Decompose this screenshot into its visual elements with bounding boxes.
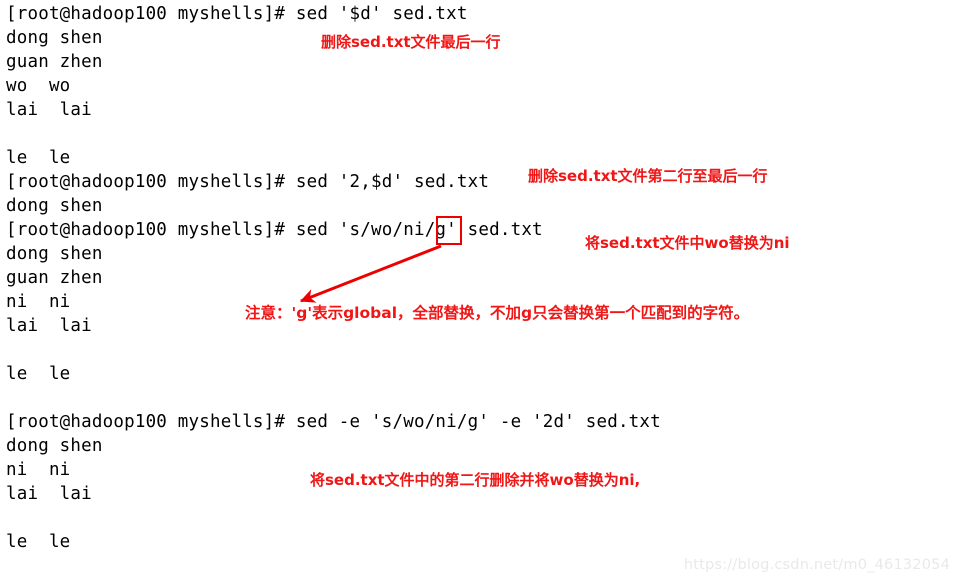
terminal-output-line: guan zhen (6, 268, 103, 288)
annotation-text: 删除sed.txt文件最后一行 (321, 33, 501, 51)
annotation-text: 将sed.txt文件中wo替换为ni (585, 234, 790, 252)
callout-arrow (299, 244, 442, 303)
csdn-watermark: https://blog.csdn.net/m0_46132054 (683, 557, 950, 573)
terminal-output-line: lai lai (6, 100, 92, 120)
terminal-output-line: dong shen (6, 28, 103, 48)
terminal-output-line: le le (6, 364, 71, 384)
terminal-output-line: lai lai (6, 316, 92, 336)
screenshot-root: [root@hadoop100 myshells]# sed '$d' sed.… (0, 0, 958, 577)
annotation-text: 删除sed.txt文件第二行至最后一行 (528, 167, 768, 185)
terminal-command-line: [root@hadoop100 myshells]# sed '2,$d' se… (6, 172, 490, 192)
terminal-output-line: wo wo (6, 76, 71, 96)
terminal-output-line: guan zhen (6, 52, 103, 72)
terminal-output-line: dong shen (6, 436, 103, 456)
annotation-text: 注意：'g'表示global，全部替换，不加g只会替换第一个匹配到的字符。 (245, 304, 750, 322)
terminal-output-line: le le (6, 148, 71, 168)
terminal-output-line: ni ni (6, 292, 71, 312)
terminal-output-line: dong shen (6, 244, 103, 264)
terminal-command-line: [root@hadoop100 myshells]# sed -e 's/wo/… (6, 412, 661, 432)
terminal-output-line: lai lai (6, 484, 92, 504)
terminal-output-line: ni ni (6, 460, 71, 480)
callout-arrow-layer (299, 244, 442, 303)
annotation-text: 将sed.txt文件中的第二行删除并将wo替换为ni, (310, 471, 641, 489)
terminal-command-line: [root@hadoop100 myshells]# sed '$d' sed.… (6, 4, 468, 24)
terminal-command-line: [root@hadoop100 myshells]# sed 's/wo/ni/… (6, 220, 543, 240)
terminal-output-line: dong shen (6, 196, 103, 216)
terminal-output-line: le le (6, 532, 71, 552)
